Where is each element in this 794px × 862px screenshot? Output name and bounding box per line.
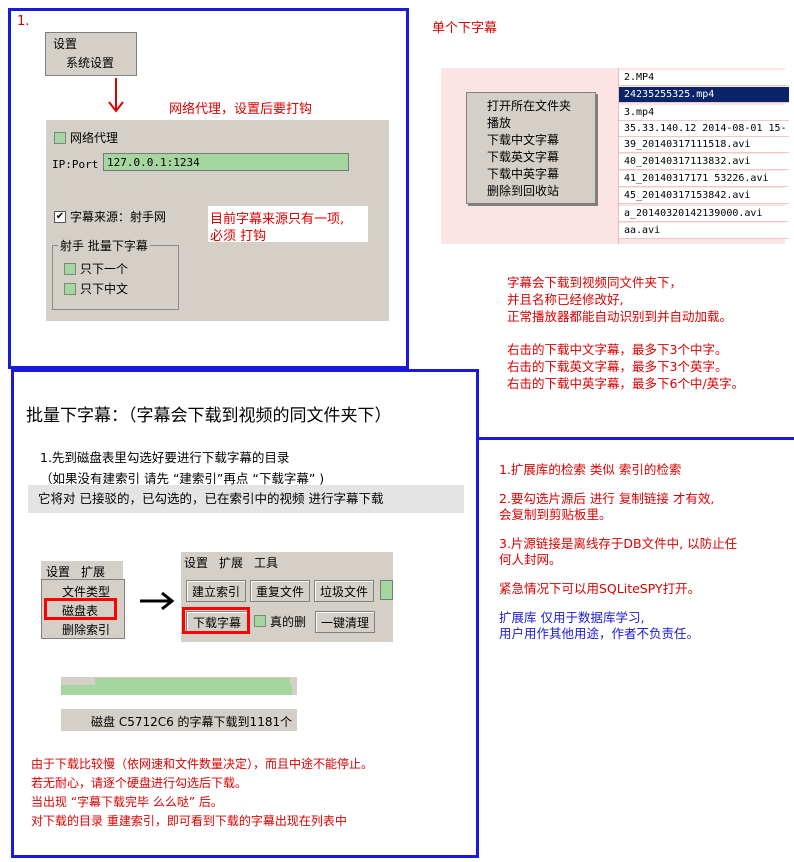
arrow-down-icon — [108, 78, 124, 113]
ext-note-5a: 扩展库 仅用于数据库学习, — [499, 610, 645, 625]
tb-settings[interactable]: 设置 — [184, 554, 208, 571]
single-download-title: 单个下字幕 — [432, 21, 498, 36]
single-note: 正常播放器都能自动识别到并自动加载。 — [507, 309, 733, 324]
ctx-download-bilingual[interactable]: 下载中英字幕 — [487, 165, 559, 182]
only-chinese-checkbox[interactable] — [64, 283, 76, 295]
source-label: 字幕来源：射手网 — [70, 210, 167, 224]
extension-notes: 1.扩展库的检索 类似 索引的检索 2.要勾选片源后 进行 复制链接 才有效, … — [499, 462, 737, 642]
real-delete-checkbox[interactable] — [254, 615, 266, 627]
only-first-label: 只下一个 — [80, 262, 129, 276]
status-text: 磁盘 C5712C6 的字幕下载到1181个 — [91, 715, 293, 729]
ext-note-3b: 何人封网。 — [499, 552, 562, 567]
ctx-download-chinese[interactable]: 下载中文字幕 — [487, 131, 559, 148]
source-checkbox[interactable]: ✔ — [54, 211, 66, 223]
proxy-settings-form: 网络代理 IP:Port 127.0.0.1:1234 ✔ 字幕来源：射手网 目… — [46, 120, 389, 321]
ext-note-2a: 2.要勾选片源后 进行 复制链接 才有效, — [499, 491, 715, 506]
divider-line — [478, 437, 794, 440]
context-menu: 打开所在文件夹 播放 下载中文字幕 下载英文字幕 下载中英字幕 删除到回收站 — [466, 92, 596, 204]
batch-step1: 1.先到磁盘表里勾选好要进行下载字幕的目录 — [40, 450, 290, 465]
single-note: 字幕会下载到视频同文件夹下， — [507, 275, 683, 290]
file-row[interactable]: 41_20140317171 53226.avi — [619, 171, 789, 187]
file-row[interactable]: 2.MP4 — [619, 70, 789, 86]
only-first-checkbox[interactable] — [64, 263, 76, 275]
only-chinese-label: 只下中文 — [80, 282, 129, 296]
file-list: 2.MP4 24235255325.mp4 3.mp4 35.33.140.12… — [441, 68, 789, 244]
proxy-checkbox-label: 网络代理 — [70, 131, 119, 145]
batch-step3: 它将对 已接驳的，已勾选的，已在索引中的视频 进行字幕下载 — [38, 491, 384, 506]
source-note-line2: 必须 打钩 — [210, 229, 267, 244]
build-index-button[interactable]: 建立索引 — [186, 580, 246, 602]
tb-tools[interactable]: 工具 — [254, 554, 278, 571]
duplicate-files-button[interactable]: 重复文件 — [250, 580, 310, 602]
file-row-selected[interactable]: 24235255325.mp4 — [619, 87, 789, 103]
menubar: 设置 扩展 — [41, 561, 123, 579]
batch-groupbox — [52, 245, 179, 310]
toolbar-green-edge — [380, 580, 393, 600]
menu-settings[interactable]: 设置 — [46, 563, 70, 580]
menu-settings[interactable]: 设置 — [53, 35, 77, 52]
file-row[interactable]: 45_20140317153842.avi — [619, 188, 789, 204]
single-note: 右击的下载英文字幕，最多下3个英字。 — [507, 359, 728, 374]
ctx-open-folder[interactable]: 打开所在文件夹 — [487, 97, 571, 114]
single-note: 右击的下载中文字幕，最多下3个中字。 — [507, 342, 728, 357]
real-delete-label: 真的删 — [270, 615, 307, 629]
proxy-checkbox[interactable] — [54, 132, 66, 144]
file-row[interactable]: 40_20140317113832.avi — [619, 154, 789, 170]
progress-fill-tall — [95, 678, 290, 695]
single-notes: 字幕会下载到视频同文件夹下， 并且名称已经修改好, 正常播放器都能自动识别到并自… — [507, 274, 744, 392]
one-click-clean-button[interactable]: 一键清理 — [315, 611, 375, 633]
panel-batch-download: 批量下字幕：（字幕会下载到视频的同文件夹下） 1.先到磁盘表里勾选好要进行下载字… — [11, 369, 479, 858]
single-note: 并且名称已经修改好, — [507, 292, 624, 307]
highlight-download-subs — [182, 607, 250, 634]
single-note: 右击的下载中英字幕，最多下6个中/英字。 — [507, 376, 745, 391]
ext-note-5b: 用户用作其他用途，作者不负责任。 — [499, 626, 700, 641]
ctx-delete-recycle[interactable]: 删除到回收站 — [487, 182, 559, 199]
ext-note-4: 紧急情况下可以用SQLiteSPY打开。 — [499, 581, 701, 596]
arrow-right-icon — [140, 591, 175, 611]
settings-menu: 设置 系统设置 — [45, 32, 137, 76]
menu-system-settings[interactable]: 系统设置 — [66, 54, 114, 71]
batch-note: 当出现 “字幕下载完毕 么么哒” 后。 — [31, 795, 223, 809]
ip-port-input[interactable]: 127.0.0.1:1234 — [103, 153, 349, 171]
ext-note-1: 1.扩展库的检索 类似 索引的检索 — [499, 462, 682, 477]
ctx-download-english[interactable]: 下载英文字幕 — [487, 148, 559, 165]
file-row[interactable]: 3.mp4 — [619, 105, 789, 121]
highlight-disktable — [44, 598, 117, 620]
batch-title: 批量下字幕：（字幕会下载到视频的同文件夹下） — [26, 406, 392, 426]
file-row[interactable]: aa.avi — [619, 223, 789, 239]
file-row[interactable]: a_20140320142139000.avi — [619, 206, 789, 222]
panel-proxy-settings: 1. 设置 系统设置 网络代理，设置后要打钩 网络代理 IP:Port 127.… — [8, 8, 409, 369]
batch-note: 对下载的目录 重建索引，即可看到下载的字幕出现在列表中 — [31, 814, 347, 828]
progress-bar — [61, 677, 297, 695]
ext-note-3a: 3.片源链接是离线存于DB文件中, 以防止任 — [499, 536, 738, 551]
trash-files-button[interactable]: 垃圾文件 — [314, 580, 374, 602]
menu-extend[interactable]: 扩展 — [81, 563, 105, 580]
ip-label: IP:Port — [52, 158, 99, 171]
batch-note: 若无耐心，请逐个硬盘进行勾选后下载。 — [31, 776, 248, 790]
groupbox-title: 射手 批量下字幕 — [58, 237, 150, 254]
tb-extend[interactable]: 扩展 — [219, 554, 243, 571]
menu-item-delete-index[interactable]: 删除索引 — [62, 621, 110, 635]
batch-note: 由于下载比较慢（依网速和文件数量决定），而且中途不能停止。 — [31, 757, 374, 771]
proxy-note: 网络代理，设置后要打钩 — [169, 102, 313, 117]
panel-number: 1. — [17, 14, 30, 29]
ctx-play[interactable]: 播放 — [487, 114, 511, 131]
ext-note-2b: 会复制到剪贴板里。 — [499, 507, 612, 522]
file-row[interactable]: 39_20140317111518.avi — [619, 137, 789, 153]
toolbar: 设置 扩展 工具 建立索引 重复文件 垃圾文件 下载字幕 真的删 一键清理 — [181, 552, 393, 642]
file-row[interactable]: 35.33.140.12 2014-08-01 15- — [619, 121, 789, 137]
batch-notes: 由于下载比较慢（依网速和文件数量决定），而且中途不能停止。 若无耐心，请逐个硬盘… — [31, 755, 373, 831]
